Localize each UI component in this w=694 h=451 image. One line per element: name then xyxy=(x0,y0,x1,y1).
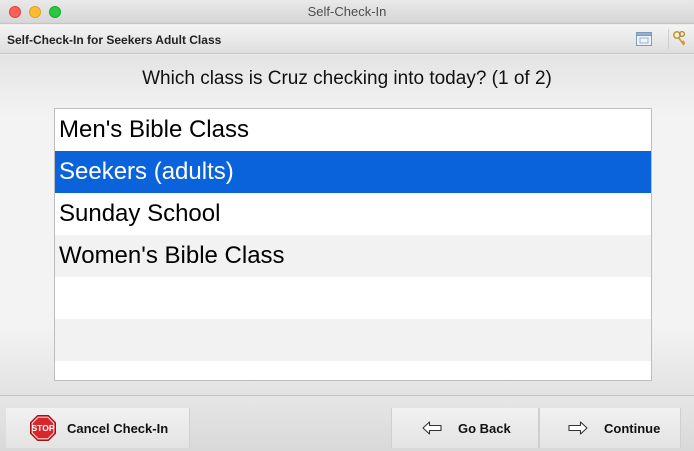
empty-list-row xyxy=(55,361,651,380)
bottom-toolbar: STOP Cancel Check-In Go Back Continue xyxy=(0,395,694,451)
question-prompt: Which class is Cruz checking into today?… xyxy=(142,68,552,89)
go-back-button[interactable]: Go Back xyxy=(391,408,539,448)
continue-button[interactable]: Continue xyxy=(539,408,681,448)
class-list-item-selected[interactable]: Seekers (adults) xyxy=(55,151,651,193)
header-title: Self-Check-In for Seekers Adult Class xyxy=(7,33,222,47)
arrow-right-icon xyxy=(568,421,588,435)
empty-list-row xyxy=(55,277,651,319)
cancel-check-in-button[interactable]: STOP Cancel Check-In xyxy=(6,408,190,448)
header-bar: Self-Check-In for Seekers Adult Class xyxy=(0,25,694,54)
title-bar: Self-Check-In xyxy=(0,0,694,24)
stop-sign-icon: STOP xyxy=(30,415,56,441)
calendar-icon[interactable] xyxy=(633,29,655,49)
class-list[interactable]: Men's Bible Class Seekers (adults) Sunda… xyxy=(54,108,652,381)
class-list-item[interactable]: Sunday School xyxy=(55,193,651,235)
window-title: Self-Check-In xyxy=(307,4,387,19)
stop-sign-text: STOP xyxy=(32,423,55,433)
keys-icon[interactable] xyxy=(668,29,690,49)
class-list-item[interactable]: Women's Bible Class xyxy=(55,235,651,277)
go-back-label: Go Back xyxy=(458,420,511,436)
self-check-in-window: Self-Check-In Self-Check-In for Seekers … xyxy=(0,0,694,451)
cancel-check-in-label: Cancel Check-In xyxy=(67,420,169,436)
continue-label: Continue xyxy=(604,420,661,436)
class-list-item[interactable]: Men's Bible Class xyxy=(55,109,651,151)
arrow-left-icon xyxy=(422,421,442,435)
empty-list-row xyxy=(55,319,651,361)
